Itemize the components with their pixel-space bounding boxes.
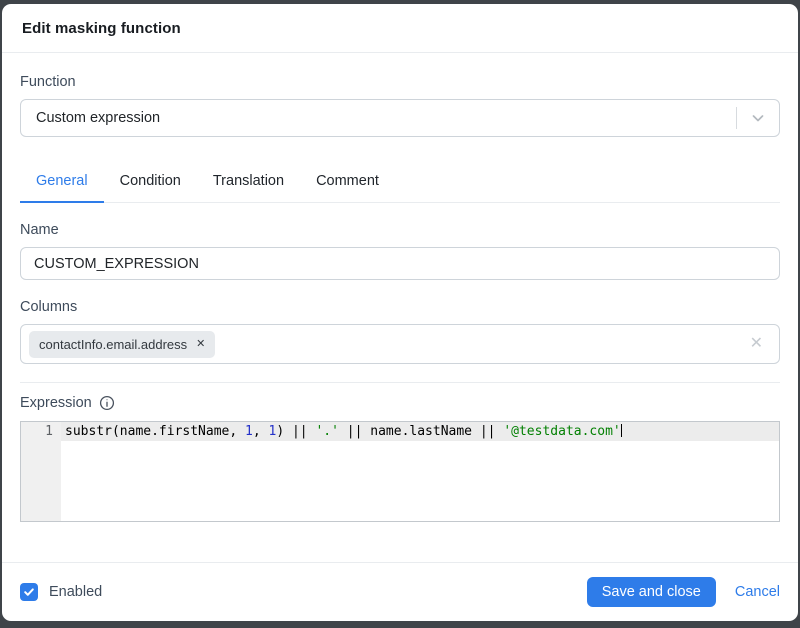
code-token: , [253,424,269,439]
expression-code-editor[interactable]: 1 substr(name.firstName, 1, 1) || '.' ||… [20,421,780,522]
tab-condition[interactable]: Condition [104,162,197,203]
dialog-title: Edit masking function [22,20,181,37]
code-token: '@testdata.com' [503,424,620,439]
enabled-label: Enabled [49,584,102,600]
tab-bar: General Condition Translation Comment [20,162,780,203]
code-token: ) || [276,424,315,439]
function-select-value: Custom expression [21,110,736,126]
dialog-body: Function Custom expression General Condi… [2,53,798,562]
save-and-close-button[interactable]: Save and close [587,577,716,607]
function-select[interactable]: Custom expression [20,99,780,137]
code-line: substr(name.firstName, 1, 1) || '.' || n… [61,422,779,441]
section-divider [20,382,780,383]
name-label: Name [20,222,780,238]
code-token: substr(name.firstName, [65,424,245,439]
code-token: 1 [245,424,253,439]
dialog-footer: Enabled Save and close Cancel [2,562,798,621]
name-input[interactable] [20,247,780,280]
columns-chip-list: contactInfo.email.address ✕ [29,331,742,358]
footer-actions: Save and close Cancel [587,577,780,607]
clear-columns-icon[interactable]: ✕ [742,336,771,352]
text-cursor [621,424,622,437]
columns-label: Columns [20,299,780,315]
tab-translation[interactable]: Translation [197,162,300,203]
enabled-toggle[interactable]: Enabled [20,583,102,601]
info-icon[interactable] [99,395,115,411]
editor-content[interactable]: substr(name.firstName, 1, 1) || '.' || n… [61,422,779,521]
column-chip-label: contactInfo.email.address [39,337,187,352]
column-chip: contactInfo.email.address ✕ [29,331,215,358]
dialog-header: Edit masking function [2,4,798,53]
chip-remove-icon[interactable]: ✕ [196,339,205,350]
expression-label: Expression [20,395,92,411]
tab-comment[interactable]: Comment [300,162,395,203]
tab-general[interactable]: General [20,162,104,203]
line-number: 1 [21,422,53,441]
cancel-button[interactable]: Cancel [735,584,780,600]
expression-label-row: Expression [20,395,780,411]
edit-masking-function-dialog: Edit masking function Function Custom ex… [2,4,798,621]
enabled-checkbox[interactable] [20,583,38,601]
function-label: Function [20,74,780,90]
columns-multiselect[interactable]: contactInfo.email.address ✕ ✕ [20,324,780,364]
chevron-down-icon[interactable] [737,110,779,126]
code-token: '.' [315,424,338,439]
editor-gutter: 1 [21,422,61,521]
code-token: || name.lastName || [339,424,503,439]
